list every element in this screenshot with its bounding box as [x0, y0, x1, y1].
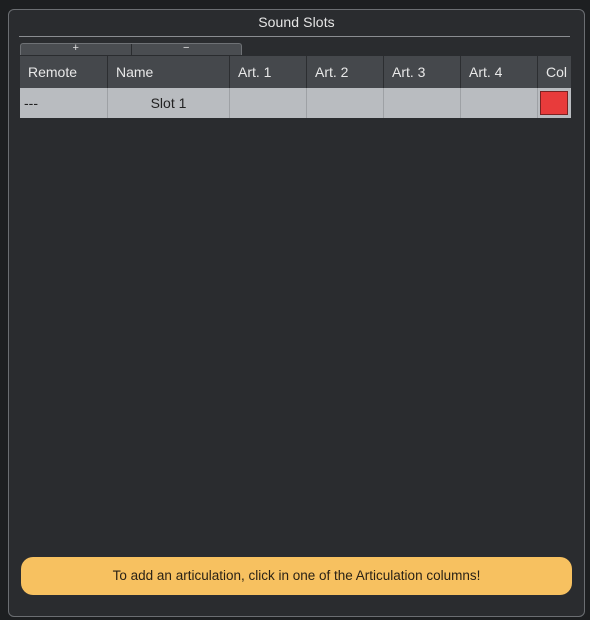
sound-slots-panel: Sound Slots + − Remote Name Art. 1 Art. … — [8, 9, 585, 617]
column-header-remote[interactable]: Remote — [20, 56, 108, 88]
column-header-art-4[interactable]: Art. 4 — [461, 56, 538, 88]
art-2-cell[interactable] — [307, 88, 384, 118]
column-header-color[interactable]: Col — [538, 56, 571, 88]
remote-cell[interactable]: --- — [20, 88, 108, 118]
table-row[interactable]: --- Slot 1 — [20, 88, 571, 118]
table-header-row: Remote Name Art. 1 Art. 2 Art. 3 Art. 4 … — [20, 56, 571, 88]
color-cell[interactable] — [538, 88, 571, 118]
sound-slots-table: Remote Name Art. 1 Art. 2 Art. 3 Art. 4 … — [20, 56, 571, 118]
panel-title: Sound Slots — [258, 14, 335, 30]
art-4-cell[interactable] — [461, 88, 538, 118]
art-3-cell[interactable] — [384, 88, 461, 118]
column-header-art-3[interactable]: Art. 3 — [384, 56, 461, 88]
name-cell[interactable]: Slot 1 — [108, 88, 230, 118]
column-header-art-2[interactable]: Art. 2 — [307, 56, 384, 88]
hint-banner: To add an articulation, click in one of … — [21, 557, 572, 595]
title-divider — [19, 36, 570, 37]
add-remove-toolbar: + − — [20, 43, 242, 55]
art-1-cell[interactable] — [230, 88, 307, 118]
column-header-name[interactable]: Name — [108, 56, 230, 88]
color-swatch[interactable] — [540, 91, 568, 115]
add-slot-button[interactable]: + — [21, 44, 131, 55]
window-frame: Sound Slots + − Remote Name Art. 1 Art. … — [0, 0, 590, 620]
column-header-art-1[interactable]: Art. 1 — [230, 56, 307, 88]
remove-slot-button[interactable]: − — [130, 44, 242, 55]
